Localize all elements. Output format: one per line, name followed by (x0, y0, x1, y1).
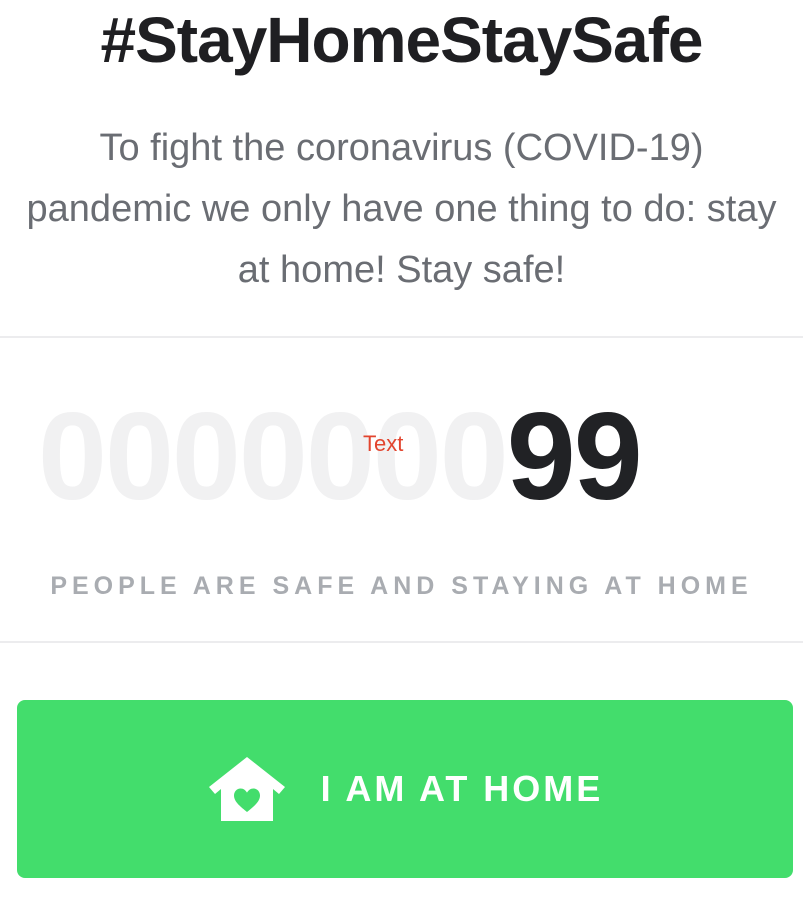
counter-caption: PEOPLE ARE SAFE AND STAYING AT HOME (50, 572, 753, 600)
divider-bottom (0, 641, 803, 643)
people-counter: 000000099 (38, 392, 778, 522)
intro-text: To fight the coronavirus (COVID-19) pand… (26, 127, 777, 291)
i-am-at-home-button[interactable]: I AM AT HOME (17, 700, 793, 878)
home-heart-icon (208, 757, 285, 821)
cta-label: I AM AT HOME (320, 768, 604, 809)
page: #StayHomeStaySafe To fight the coronavir… (0, 0, 803, 901)
counter-leading-zeros: 0000000 (38, 388, 509, 526)
divider-top (0, 336, 803, 338)
page-title: #StayHomeStaySafe (100, 4, 704, 76)
placeholder-text: Text (363, 431, 404, 456)
counter-value: 99 (506, 388, 643, 526)
